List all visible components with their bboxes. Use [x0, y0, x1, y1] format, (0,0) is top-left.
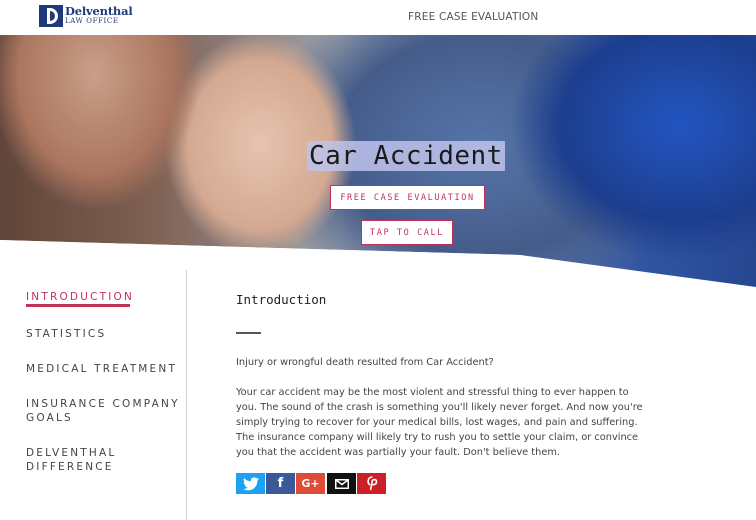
title-divider — [236, 332, 261, 334]
sidebar-item-insurance-company-goals[interactable]: INSURANCE COMPANY GOALS — [26, 397, 180, 425]
active-item-underline — [26, 304, 130, 307]
logo-name: Delventhal — [65, 4, 133, 18]
sidebar-item-label-line2: DIFFERENCE — [26, 461, 114, 473]
free-case-evaluation-button[interactable]: FREE CASE EVALUATION — [330, 185, 485, 210]
tap-to-call-button[interactable]: TAP TO CALL — [361, 220, 453, 245]
logo-text: Delventhal LAW OFFICE — [65, 4, 133, 26]
site-logo[interactable]: Delventhal LAW OFFICE — [39, 5, 133, 27]
section-title: Introduction — [236, 292, 327, 307]
sidebar-item-medical-treatment[interactable]: MEDICAL TREATMENT — [26, 362, 177, 376]
sidebar-item-delventhal-difference[interactable]: DELVENTHAL DIFFERENCE — [26, 446, 116, 474]
sidebar-item-label-line1: DELVENTHAL — [26, 447, 117, 459]
sidebar-item-introduction[interactable]: INTRODUCTION — [26, 290, 134, 304]
logo-mark-icon — [39, 5, 63, 27]
pinterest-icon — [366, 476, 377, 491]
nav-free-case-evaluation-link[interactable]: FREE CASE EVALUATION — [408, 11, 538, 23]
hero-title: Car Accident — [307, 141, 505, 171]
email-share-button[interactable] — [327, 473, 356, 494]
facebook-icon: f — [277, 476, 284, 491]
twitter-share-button[interactable] — [236, 473, 265, 494]
facebook-share-button[interactable]: f — [266, 473, 295, 494]
sidebar-item-label-line2: GOALS — [26, 412, 73, 424]
email-icon — [334, 478, 349, 489]
pinterest-share-button[interactable] — [357, 473, 386, 494]
sidebar-nav — [0, 270, 187, 520]
site-header: Delventhal LAW OFFICE FREE CASE EVALUATI… — [0, 0, 756, 35]
sidebar-item-label-line1: INSURANCE COMPANY — [26, 398, 180, 410]
google-plus-share-button[interactable]: G+ — [296, 473, 325, 494]
google-plus-icon: G+ — [301, 477, 320, 490]
twitter-icon — [242, 476, 259, 490]
intro-question: Injury or wrongful death resulted from C… — [236, 357, 494, 368]
sidebar-item-statistics[interactable]: STATISTICS — [26, 327, 106, 341]
intro-paragraph: Your car accident may be the most violen… — [236, 387, 643, 458]
hero-banner-image: Car Accident FREE CASE EVALUATION TAP TO… — [0, 35, 756, 290]
